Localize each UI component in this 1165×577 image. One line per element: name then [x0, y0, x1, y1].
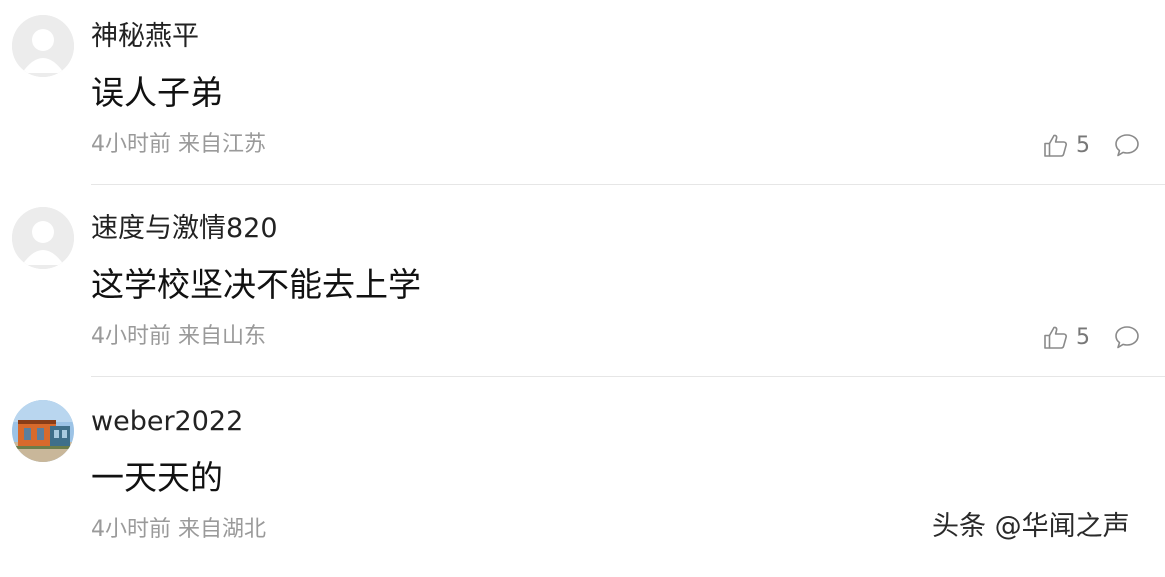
divider [91, 184, 1165, 185]
comment-item: 神秘燕平 误人子弟 4小时前 来自江苏 5 [0, 0, 1165, 192]
avatar[interactable] [12, 207, 74, 269]
like-button[interactable]: 5 [1042, 320, 1090, 354]
default-avatar-icon [12, 207, 74, 269]
comment-location: 来自湖北 [178, 517, 267, 542]
divider [91, 376, 1165, 377]
comment-location: 来自江苏 [178, 132, 267, 157]
photo-avatar [12, 400, 74, 462]
thumbs-up-icon [1044, 134, 1068, 157]
thumbs-up-icon [1044, 326, 1068, 349]
comment-text: 一天天的 [91, 458, 223, 497]
comment-meta: 4小时前 来自江苏 [91, 130, 266, 160]
avatar[interactable] [12, 400, 74, 462]
watermark: 头条 @华闻之声 [932, 511, 1130, 542]
like-button[interactable]: 5 [1042, 128, 1090, 162]
reply-button[interactable] [1113, 128, 1143, 162]
username[interactable]: 速度与激情820 [91, 212, 278, 246]
comment-meta: 4小时前 来自湖北 [91, 515, 266, 545]
comment-time: 4小时前 [91, 324, 171, 349]
comment-location: 来自山东 [178, 324, 267, 349]
comment-text: 误人子弟 [91, 73, 223, 112]
like-count: 5 [1076, 324, 1090, 350]
comment-item: weber2022 一天天的 4小时前 来自湖北 [0, 385, 1165, 577]
comment-bubble-icon [1115, 134, 1139, 157]
comment-meta: 4小时前 来自山东 [91, 322, 266, 352]
like-count: 5 [1076, 132, 1090, 158]
username[interactable]: weber2022 [91, 405, 243, 439]
avatar[interactable] [12, 15, 74, 77]
comment-bubble-icon [1115, 326, 1139, 349]
reply-button[interactable] [1113, 320, 1143, 354]
comment-time: 4小时前 [91, 132, 171, 157]
comment-item: 速度与激情820 这学校坚决不能去上学 4小时前 来自山东 5 [0, 192, 1165, 384]
comment-text: 这学校坚决不能去上学 [91, 265, 421, 304]
default-avatar-icon [12, 15, 74, 77]
comment-time: 4小时前 [91, 517, 171, 542]
username[interactable]: 神秘燕平 [91, 20, 199, 54]
